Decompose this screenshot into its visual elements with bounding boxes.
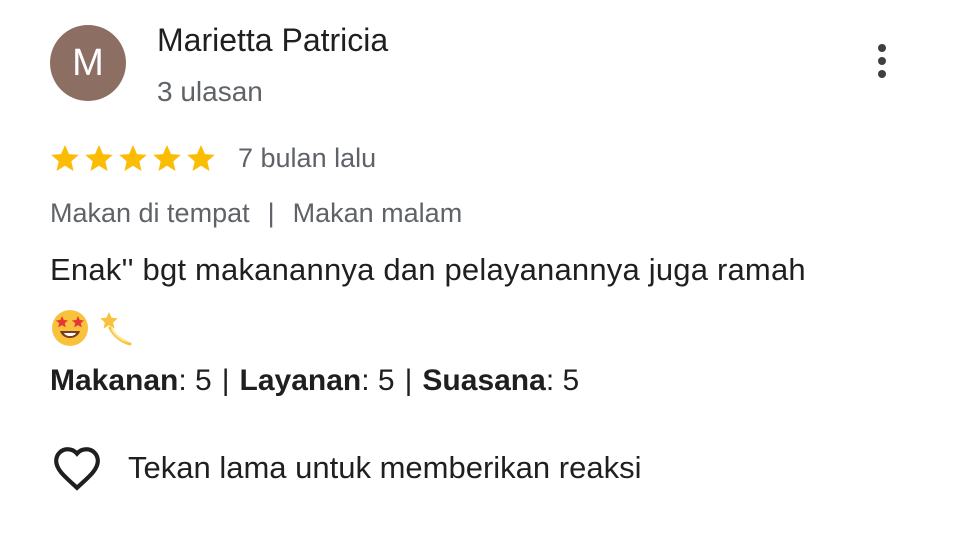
more-vert-icon-dot <box>878 70 886 78</box>
star-rating <box>48 142 218 175</box>
avatar-initial: M <box>72 41 104 84</box>
star-icon <box>119 144 147 171</box>
star-struck-emoji-icon <box>52 310 88 346</box>
star-icon <box>85 144 113 171</box>
reaction-prompt: Tekan lama untuk memberikan reaksi <box>128 450 642 485</box>
visit-tags: Makan di tempat | Makan malam <box>50 198 462 229</box>
rating-row: 7 bulan lalu <box>48 140 376 176</box>
star-icon <box>51 144 79 171</box>
food-rating-label: Makanan <box>50 364 179 397</box>
author-name[interactable]: Marietta Patricia <box>157 22 388 59</box>
heart-outline-icon <box>54 447 100 491</box>
review-text: Enak'' bgt makanannya dan pelayanannya j… <box>50 252 806 287</box>
aspect-ratings: Makanan : 5 | Layanan : 5 | Suasana : 5 <box>50 364 579 398</box>
review-time: 7 bulan lalu <box>238 142 377 173</box>
dizzy-emoji-icon <box>100 312 132 346</box>
service-rating-label: Layanan <box>239 364 362 397</box>
more-options-button[interactable] <box>868 44 896 84</box>
tag-meal-type: Makan malam <box>292 198 463 228</box>
ambience-rating-value: : 5 <box>545 364 580 397</box>
service-rating-value: : 5 <box>361 364 395 397</box>
tag-separator: | <box>267 198 275 228</box>
star-icon <box>153 144 181 171</box>
rating-separator: | <box>221 364 230 397</box>
ambience-rating-label: Suasana <box>422 364 546 397</box>
reaction-button[interactable]: Tekan lama untuk memberikan reaksi <box>52 445 641 491</box>
food-rating-value: : 5 <box>178 364 212 397</box>
review-emojis <box>50 308 136 348</box>
star-icon <box>187 144 215 171</box>
more-vert-icon-dot <box>878 57 886 65</box>
avatar[interactable]: M <box>50 25 126 101</box>
more-vert-icon <box>878 44 886 52</box>
tag-service-type: Makan di tempat <box>50 198 250 228</box>
review-count: 3 ulasan <box>157 76 263 107</box>
rating-separator: | <box>404 364 413 397</box>
